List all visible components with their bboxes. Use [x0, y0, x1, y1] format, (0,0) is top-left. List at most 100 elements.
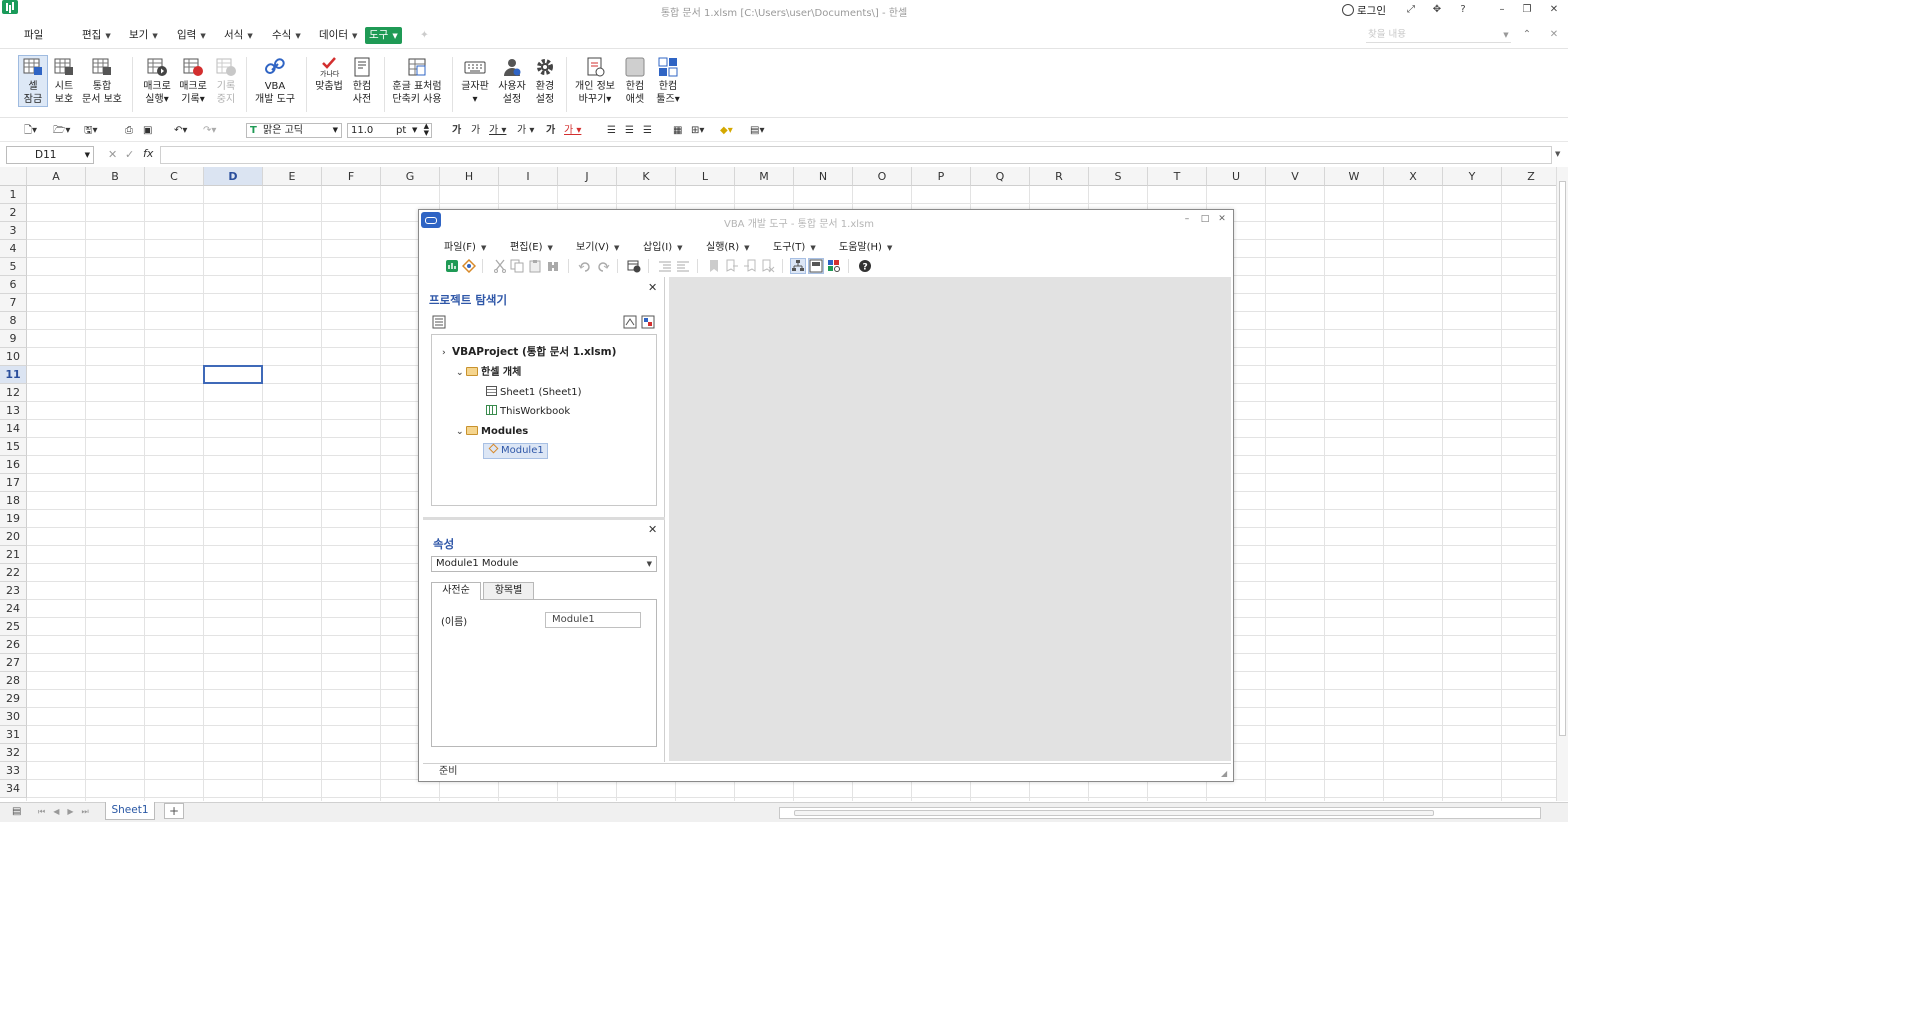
- formula-input[interactable]: [160, 146, 1552, 164]
- toggle-folders-icon[interactable]: [641, 315, 655, 329]
- column-header-j[interactable]: J: [558, 167, 617, 186]
- properties-window-icon[interactable]: [808, 258, 824, 274]
- column-header-y[interactable]: Y: [1443, 167, 1502, 186]
- vba-minimize-icon[interactable]: –: [1181, 213, 1193, 225]
- object-browser-icon[interactable]: [827, 259, 841, 273]
- hancom-tools-button[interactable]: 한컴 툴즈▾: [653, 56, 683, 106]
- menu-format[interactable]: 서식 ▼: [220, 27, 257, 44]
- row-header-30[interactable]: 30: [0, 708, 27, 726]
- column-header-o[interactable]: O: [853, 167, 912, 186]
- merge-cells-icon[interactable]: ▦: [673, 124, 682, 138]
- workbook-protect-button[interactable]: 통합 문서 보호: [81, 56, 123, 106]
- clear-bookmarks-icon[interactable]: [761, 259, 775, 273]
- sheet-nav-icon[interactable]: ⏮◀▶⏭: [38, 807, 97, 817]
- run-sub-icon[interactable]: [627, 259, 641, 273]
- menu-input[interactable]: 입력 ▼: [173, 27, 210, 44]
- close-doc-icon[interactable]: ✕: [1546, 28, 1562, 42]
- tree-node-hancell-objects[interactable]: ⌄ 한셀 개체: [456, 366, 521, 380]
- horizontal-scroll-thumb[interactable]: [794, 810, 1434, 816]
- column-header-g[interactable]: G: [381, 167, 440, 186]
- tree-node-sheet1[interactable]: Sheet1 (Sheet1): [486, 386, 582, 400]
- project-explorer-icon[interactable]: [790, 258, 806, 274]
- redo-icon[interactable]: ↷▾: [203, 124, 216, 138]
- font-shrink-icon[interactable]: 가: [471, 124, 480, 138]
- row-header-33[interactable]: 33: [0, 762, 27, 780]
- row-header-31[interactable]: 31: [0, 726, 27, 744]
- menu-file[interactable]: 파일: [20, 27, 47, 44]
- horizontal-scrollbar[interactable]: [779, 807, 1541, 819]
- bookmark-icon[interactable]: [707, 259, 721, 273]
- row-header-5[interactable]: 5: [0, 258, 27, 276]
- fill-color-icon[interactable]: ◆▾: [720, 124, 733, 138]
- column-header-f[interactable]: F: [322, 167, 381, 186]
- vba-menu-insert[interactable]: 삽입(I) ▼: [643, 238, 683, 253]
- cut-icon[interactable]: [493, 259, 507, 273]
- column-header-k[interactable]: K: [617, 167, 676, 186]
- pin-icon[interactable]: ✦: [416, 27, 433, 44]
- column-header-r[interactable]: R: [1030, 167, 1089, 186]
- outdent-icon[interactable]: [676, 259, 690, 273]
- properties-close-icon[interactable]: ✕: [648, 523, 657, 536]
- row-header-11[interactable]: 11: [0, 366, 27, 384]
- column-header-e[interactable]: E: [263, 167, 322, 186]
- search-dropdown-icon[interactable]: ▼: [1498, 28, 1514, 42]
- view-code-icon[interactable]: [432, 315, 446, 329]
- row-header-34[interactable]: 34: [0, 780, 27, 798]
- font-width-icon[interactable]: 가 ▾: [517, 124, 534, 138]
- row-header-19[interactable]: 19: [0, 510, 27, 528]
- font-color-icon[interactable]: 가 ▾: [564, 124, 581, 138]
- tree-node-vbaproject[interactable]: › VBAProject (통합 문서 1.xlsm): [442, 345, 616, 360]
- run-macro-button[interactable]: 매크로 실행▾: [141, 56, 173, 106]
- fullscreen-icon[interactable]: ⤢: [1403, 3, 1419, 17]
- restore-icon[interactable]: ❐: [1519, 3, 1535, 17]
- row-header-14[interactable]: 14: [0, 420, 27, 438]
- align-center-icon[interactable]: ☰: [625, 124, 634, 138]
- row-header-17[interactable]: 17: [0, 474, 27, 492]
- row-header-22[interactable]: 22: [0, 564, 27, 582]
- borders-icon[interactable]: ⊞▾: [691, 124, 704, 138]
- vba-menu-help[interactable]: 도움말(H) ▼: [839, 238, 892, 253]
- spin-icon[interactable]: ▲ ▼: [424, 123, 429, 137]
- vba-maximize-icon[interactable]: □: [1199, 213, 1211, 225]
- column-header-a[interactable]: A: [27, 167, 86, 186]
- select-all-corner[interactable]: [0, 167, 27, 186]
- vba-menu-tools[interactable]: 도구(T) ▼: [773, 238, 816, 253]
- tab-alphabetic[interactable]: 사전순: [431, 582, 481, 600]
- sheet-list-icon[interactable]: ▤: [12, 806, 21, 817]
- column-header-q[interactable]: Q: [971, 167, 1030, 186]
- selected-cell[interactable]: [203, 365, 263, 384]
- column-header-w[interactable]: W: [1325, 167, 1384, 186]
- tab-categorized[interactable]: 항목별: [483, 582, 534, 599]
- row-header-23[interactable]: 23: [0, 582, 27, 600]
- environment-settings-button[interactable]: 환경 설정: [531, 56, 559, 106]
- resize-grip-icon[interactable]: ◢: [1221, 769, 1227, 778]
- row-header-16[interactable]: 16: [0, 456, 27, 474]
- row-header-1[interactable]: 1: [0, 186, 27, 204]
- help-icon[interactable]: ?: [1455, 3, 1471, 17]
- view-object-icon[interactable]: [623, 315, 637, 329]
- tree-node-modules[interactable]: ⌄ Modules: [456, 425, 528, 439]
- record-macro-button[interactable]: 매크로 기록▾: [177, 56, 209, 106]
- user-settings-button[interactable]: 사용자 설정: [496, 56, 528, 106]
- find-icon[interactable]: [546, 259, 560, 273]
- sheet-protect-button[interactable]: 시트 보호: [50, 56, 78, 106]
- move-icon[interactable]: ✥: [1429, 3, 1445, 17]
- save-icon[interactable]: 🖫▾: [84, 124, 98, 138]
- row-header-15[interactable]: 15: [0, 438, 27, 456]
- row-header-20[interactable]: 20: [0, 528, 27, 546]
- redo-icon[interactable]: [596, 259, 610, 273]
- column-header-v[interactable]: V: [1266, 167, 1325, 186]
- row-header-32[interactable]: 32: [0, 744, 27, 762]
- vba-menu-view[interactable]: 보기(V) ▼: [576, 238, 619, 253]
- row-header-8[interactable]: 8: [0, 312, 27, 330]
- personal-info-button[interactable]: 개인 정보 바꾸기▾: [573, 56, 617, 106]
- code-area[interactable]: [669, 277, 1231, 761]
- pane-splitter[interactable]: [423, 517, 665, 520]
- column-header-m[interactable]: M: [735, 167, 794, 186]
- vba-menu-edit[interactable]: 편집(E) ▼: [510, 238, 553, 253]
- expand-formula-icon[interactable]: ▼: [1555, 150, 1560, 158]
- undo-icon[interactable]: ↶▾: [174, 124, 187, 138]
- column-header-i[interactable]: I: [499, 167, 558, 186]
- menu-formula[interactable]: 수식 ▼: [268, 27, 305, 44]
- row-header-25[interactable]: 25: [0, 618, 27, 636]
